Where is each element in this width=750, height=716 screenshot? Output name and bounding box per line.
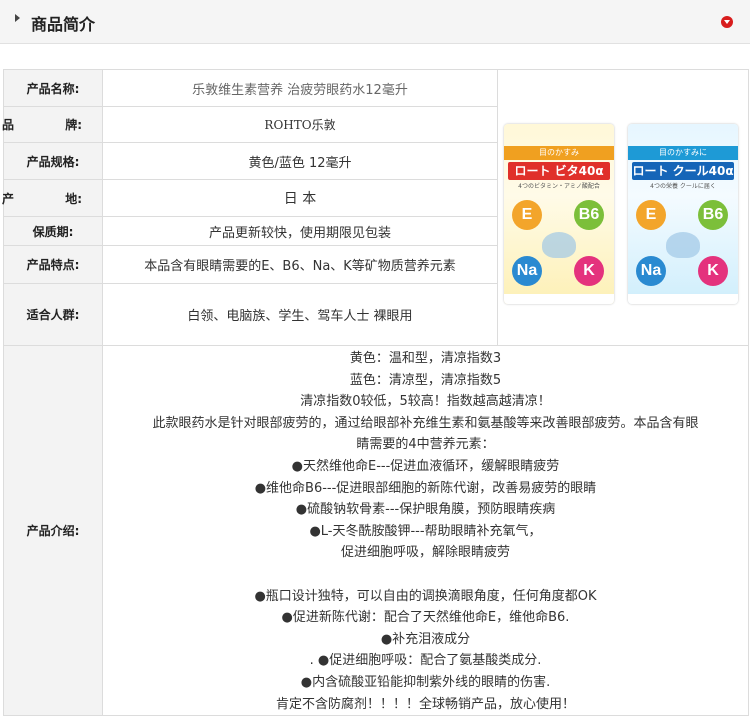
- box-subtitle: 4つのビタミン・アミノ酸配合: [518, 183, 600, 190]
- brand-label-cell: 品 牌:: [2, 106, 103, 143]
- size-label-cell: 产品规格:: [3, 142, 103, 180]
- intro-cell: 黄色：温和型，清凉指数3 蓝色：清凉型，清凉指数5 清凉指数0较低，5较高！指数…: [102, 344, 749, 716]
- box-footer: [504, 294, 614, 304]
- intro-line: ●天然维他命E---促进血液循环，缓解眼睛疲劳: [291, 458, 560, 474]
- box-footer: [628, 294, 738, 304]
- crowd-label-cell: 适合人群:: [3, 283, 103, 346]
- intro-line: 蓝色：清凉型，清凉指数5: [349, 372, 502, 388]
- table-row: 产品介绍: 黄色：温和型，清凉指数3 蓝色：清凉型，清凉指数5 清凉指数0较低，…: [3, 344, 749, 716]
- intro-line: ●硫酸钠软骨素---保护眼角膜，预防眼睛疾病: [295, 502, 556, 518]
- crowd-value: 白领、电脑族、学生、驾车人士 裸眼用: [102, 283, 498, 346]
- feature-label: 产品特点:: [26, 258, 80, 272]
- name-label: 产品名称:: [26, 81, 80, 96]
- collapse-circle-icon[interactable]: [721, 16, 733, 28]
- size-value: 黄色/蓝色 12毫升: [102, 142, 498, 180]
- box-band: 目のかすみに: [628, 146, 738, 160]
- box-brand: ロート クール40α: [632, 162, 734, 180]
- feature-label-cell: 产品特点:: [3, 245, 103, 284]
- section-header: 商品简介: [0, 0, 750, 44]
- drop-icon: [542, 232, 576, 258]
- product-image: 目のかすみ ロート ビタ40α 4つのビタミン・アミノ酸配合 E B6 Na K…: [497, 69, 749, 346]
- intro-line: 黄色：温和型，清凉指数3: [349, 351, 502, 366]
- origin-label-right: 地:: [65, 191, 82, 206]
- origin-label-left: 产: [2, 191, 15, 206]
- vitamin-e-circle: E: [512, 200, 542, 230]
- vitamin-b6-circle: B6: [574, 200, 604, 230]
- potassium-circle: K: [574, 256, 604, 286]
- name-label-cell: 产品名称:: [3, 69, 103, 107]
- brand-value: ROHTO乐敦: [102, 106, 498, 143]
- size-label: 产品规格:: [26, 154, 80, 169]
- intro-line: 睛需要的4中营养元素：: [356, 437, 495, 453]
- vitamin-b6-circle: B6: [698, 200, 728, 230]
- crowd-label: 适合人群:: [26, 308, 80, 322]
- intro-line: 促进细胞呼吸，解除眼睛疲劳: [340, 545, 510, 561]
- potassium-circle: K: [698, 256, 728, 286]
- sodium-circle: Na: [512, 256, 542, 286]
- product-spec-table: 产品名称: 乐敦维生素营养 治疲劳眼药水12毫升 目のかすみ ロート ビタ40α…: [2, 69, 749, 716]
- sodium-circle: Na: [636, 256, 666, 286]
- intro-line: ●补充泪液成分: [380, 631, 471, 647]
- drop-icon: [666, 232, 700, 258]
- yellow-product-box: 目のかすみ ロート ビタ40α 4つのビタミン・アミノ酸配合 E B6 Na K: [504, 124, 614, 304]
- shelf-label: 保质期:: [32, 224, 74, 239]
- triangle-bullet-icon: [15, 14, 20, 22]
- intro-line: ●内含硫酸亚铅能抑制紫外线的眼睛的伤害.: [300, 674, 551, 690]
- box-band: 目のかすみ: [504, 146, 614, 160]
- brand-label-right: 牌:: [65, 118, 82, 132]
- intro-line: 此款眼药水是针对眼部疲劳的，通过给眼部补充维生素和氨基酸等来改善眼部疲劳。本品含…: [152, 415, 699, 431]
- vitamin-e-circle: E: [636, 200, 666, 230]
- origin-value: 日 本: [102, 179, 498, 217]
- box-subtitle: 4つの栄養 クールに届く: [650, 183, 716, 190]
- feature-value: 本品含有眼睛需要的E、B6、Na、K等矿物质营养元素: [102, 245, 498, 284]
- intro-line: 清凉指数0较低，5较高！指数越高越清凉！: [300, 394, 551, 410]
- intro-line: . ●促进细胞呼吸：配合了氨基酸类成分.: [309, 653, 542, 669]
- intro-label: 产品介绍:: [26, 524, 80, 539]
- intro-line: 肯定不含防腐剂！！！！全球畅销产品，放心使用！: [275, 696, 575, 712]
- table-row: 产品名称: 乐敦维生素营养 治疲劳眼药水12毫升 目のかすみ ロート ビタ40α…: [3, 69, 749, 346]
- section-title: 商品简介: [31, 15, 96, 34]
- intro-description: 黄色：温和型，清凉指数3 蓝色：清凉型，清凉指数5 清凉指数0较低，5较高！指数…: [103, 346, 748, 715]
- shelf-value: 产品更新较快，使用期限见包装: [102, 216, 498, 246]
- intro-line: ●瓶口设计独特，可以自由的调换滴眼角度，任何角度都OK: [254, 588, 597, 604]
- shelf-label-cell: 保质期:: [3, 216, 103, 246]
- brand-label: 品 牌:: [2, 116, 102, 133]
- name-value: 乐敦维生素营养 治疲劳眼药水12毫升: [102, 69, 498, 107]
- intro-line: ●维他命B6---促进眼部细胞的新陈代谢，改善易疲劳的眼睛: [254, 480, 597, 496]
- origin-label-cell: 产 地:: [2, 179, 103, 217]
- blue-product-box: 目のかすみに ロート クール40α 4つの栄養 クールに届く E B6 Na K: [628, 124, 738, 304]
- brand-label-left: 品: [2, 118, 15, 132]
- intro-label-cell: 产品介绍:: [3, 344, 103, 716]
- intro-line: ●促进新陈代谢：配合了天然维他命E，维他命B6.: [281, 610, 570, 626]
- intro-line: [103, 564, 748, 586]
- origin-label: 产 地:: [2, 190, 102, 207]
- box-brand: ロート ビタ40α: [508, 162, 610, 180]
- intro-line: ●L-天冬酰胺酸钾---帮助眼睛补充氧气，: [309, 523, 542, 539]
